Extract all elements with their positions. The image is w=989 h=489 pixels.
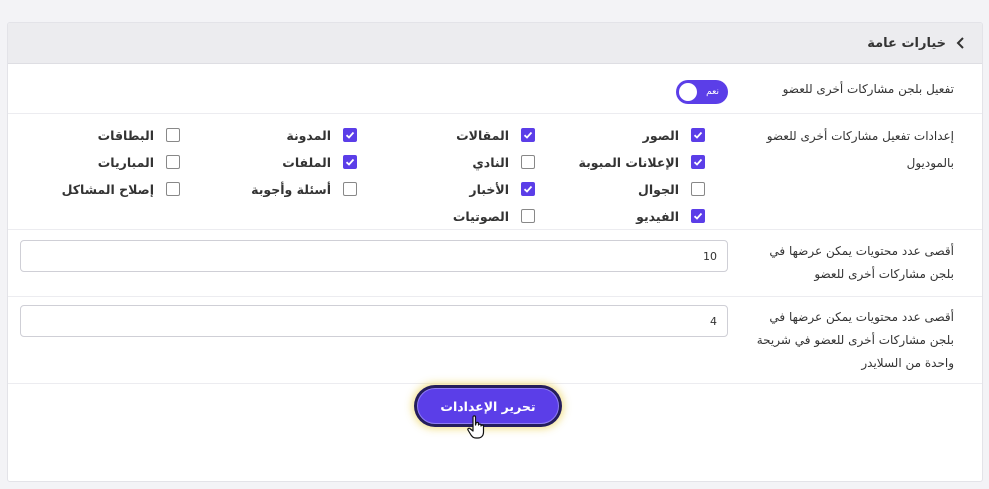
checkbox-checked[interactable] xyxy=(343,128,357,142)
check-icon xyxy=(345,131,355,139)
modules-row: إعدادات تفعيل مشاركات أخرى للعضو بالمودي… xyxy=(8,114,982,230)
enable-label: تفعيل بلجن مشاركات أخرى للعضو xyxy=(782,82,954,96)
checkbox-checked[interactable] xyxy=(691,209,705,223)
slider-count-input[interactable] xyxy=(20,305,728,337)
checkbox-unchecked[interactable] xyxy=(521,155,535,169)
max-count-row: أقصى عدد محتويات يمكن عرضها في بلجن مشار… xyxy=(8,230,982,297)
max-count-label: أقصى عدد محتويات يمكن عرضها في بلجن مشار… xyxy=(769,244,954,281)
module-option-label: المباريات xyxy=(97,154,154,170)
module-option-label: البطاقات xyxy=(97,127,154,143)
enable-row: تفعيل بلجن مشاركات أخرى للعضو نعم xyxy=(8,64,982,114)
checkbox-checked[interactable] xyxy=(691,128,705,142)
module-option-label: الإعلانات المبوبة xyxy=(578,154,680,170)
module-option-label: الملفات xyxy=(282,154,331,170)
module-option[interactable]: النادي xyxy=(472,153,535,171)
checkbox-checked[interactable] xyxy=(343,155,357,169)
check-icon xyxy=(693,212,703,220)
module-option-label: المدونة xyxy=(286,127,331,143)
module-option[interactable]: المدونة xyxy=(286,126,357,144)
checkbox-checked[interactable] xyxy=(691,155,705,169)
modules-label: إعدادات تفعيل مشاركات أخرى للعضو بالمودي… xyxy=(766,129,954,170)
panel-header[interactable]: خيارات عامة xyxy=(8,23,982,64)
module-option[interactable]: الصور xyxy=(643,126,705,144)
check-icon xyxy=(345,158,355,166)
module-option-label: الجوال xyxy=(638,181,679,197)
checkbox-unchecked[interactable] xyxy=(166,128,180,142)
enable-toggle[interactable]: نعم xyxy=(676,80,728,104)
panel-title: خيارات عامة xyxy=(867,35,946,51)
checkbox-unchecked[interactable] xyxy=(521,209,535,223)
check-icon xyxy=(523,131,533,139)
module-option[interactable]: المقالات xyxy=(456,126,535,144)
module-option-label: أسئلة وأجوبة xyxy=(251,181,331,197)
module-option-label: إصلاح المشاكل xyxy=(61,181,154,197)
module-option[interactable]: البطاقات xyxy=(98,126,180,144)
max-count-input[interactable] xyxy=(20,240,728,272)
module-option[interactable]: أسئلة وأجوبة xyxy=(251,180,357,198)
chevron-left-icon xyxy=(956,37,964,49)
module-option-label: الصور xyxy=(642,127,679,143)
check-icon xyxy=(693,131,703,139)
submit-settings-button[interactable]: تحرير الإعدادات xyxy=(417,388,559,424)
submit-button-wrap: تحرير الإعدادات xyxy=(414,385,562,427)
toggle-knob xyxy=(679,83,697,101)
module-option[interactable]: الفيديو xyxy=(636,207,705,225)
check-icon xyxy=(523,185,533,193)
module-option[interactable]: الأخبار xyxy=(469,180,535,198)
module-option-label: الصوتيات xyxy=(452,208,509,224)
checkbox-unchecked[interactable] xyxy=(166,182,180,196)
module-option-label: النادي xyxy=(472,154,509,170)
module-option[interactable]: الصوتيات xyxy=(453,207,535,225)
module-option[interactable]: الملفات xyxy=(282,153,357,171)
module-option[interactable]: الجوال xyxy=(638,180,705,198)
slider-count-row: أقصى عدد محتويات يمكن عرضها في بلجن مشار… xyxy=(8,297,982,384)
check-icon xyxy=(693,158,703,166)
checkbox-unchecked[interactable] xyxy=(166,155,180,169)
hand-pointer-icon xyxy=(467,415,485,439)
slider-count-label: أقصى عدد محتويات يمكن عرضها في بلجن مشار… xyxy=(756,310,954,370)
toggle-text: نعم xyxy=(706,87,719,97)
module-option-label: المقالات xyxy=(456,127,509,143)
checkbox-checked[interactable] xyxy=(521,182,535,196)
module-option[interactable]: المباريات xyxy=(98,153,180,171)
checkbox-unchecked[interactable] xyxy=(691,182,705,196)
checkbox-unchecked[interactable] xyxy=(343,182,357,196)
checkbox-checked[interactable] xyxy=(521,128,535,142)
module-option[interactable]: إصلاح المشاكل xyxy=(62,180,180,198)
module-option-label: الفيديو xyxy=(636,208,679,224)
module-option[interactable]: الإعلانات المبوبة xyxy=(578,153,705,171)
module-option-label: الأخبار xyxy=(469,181,509,197)
